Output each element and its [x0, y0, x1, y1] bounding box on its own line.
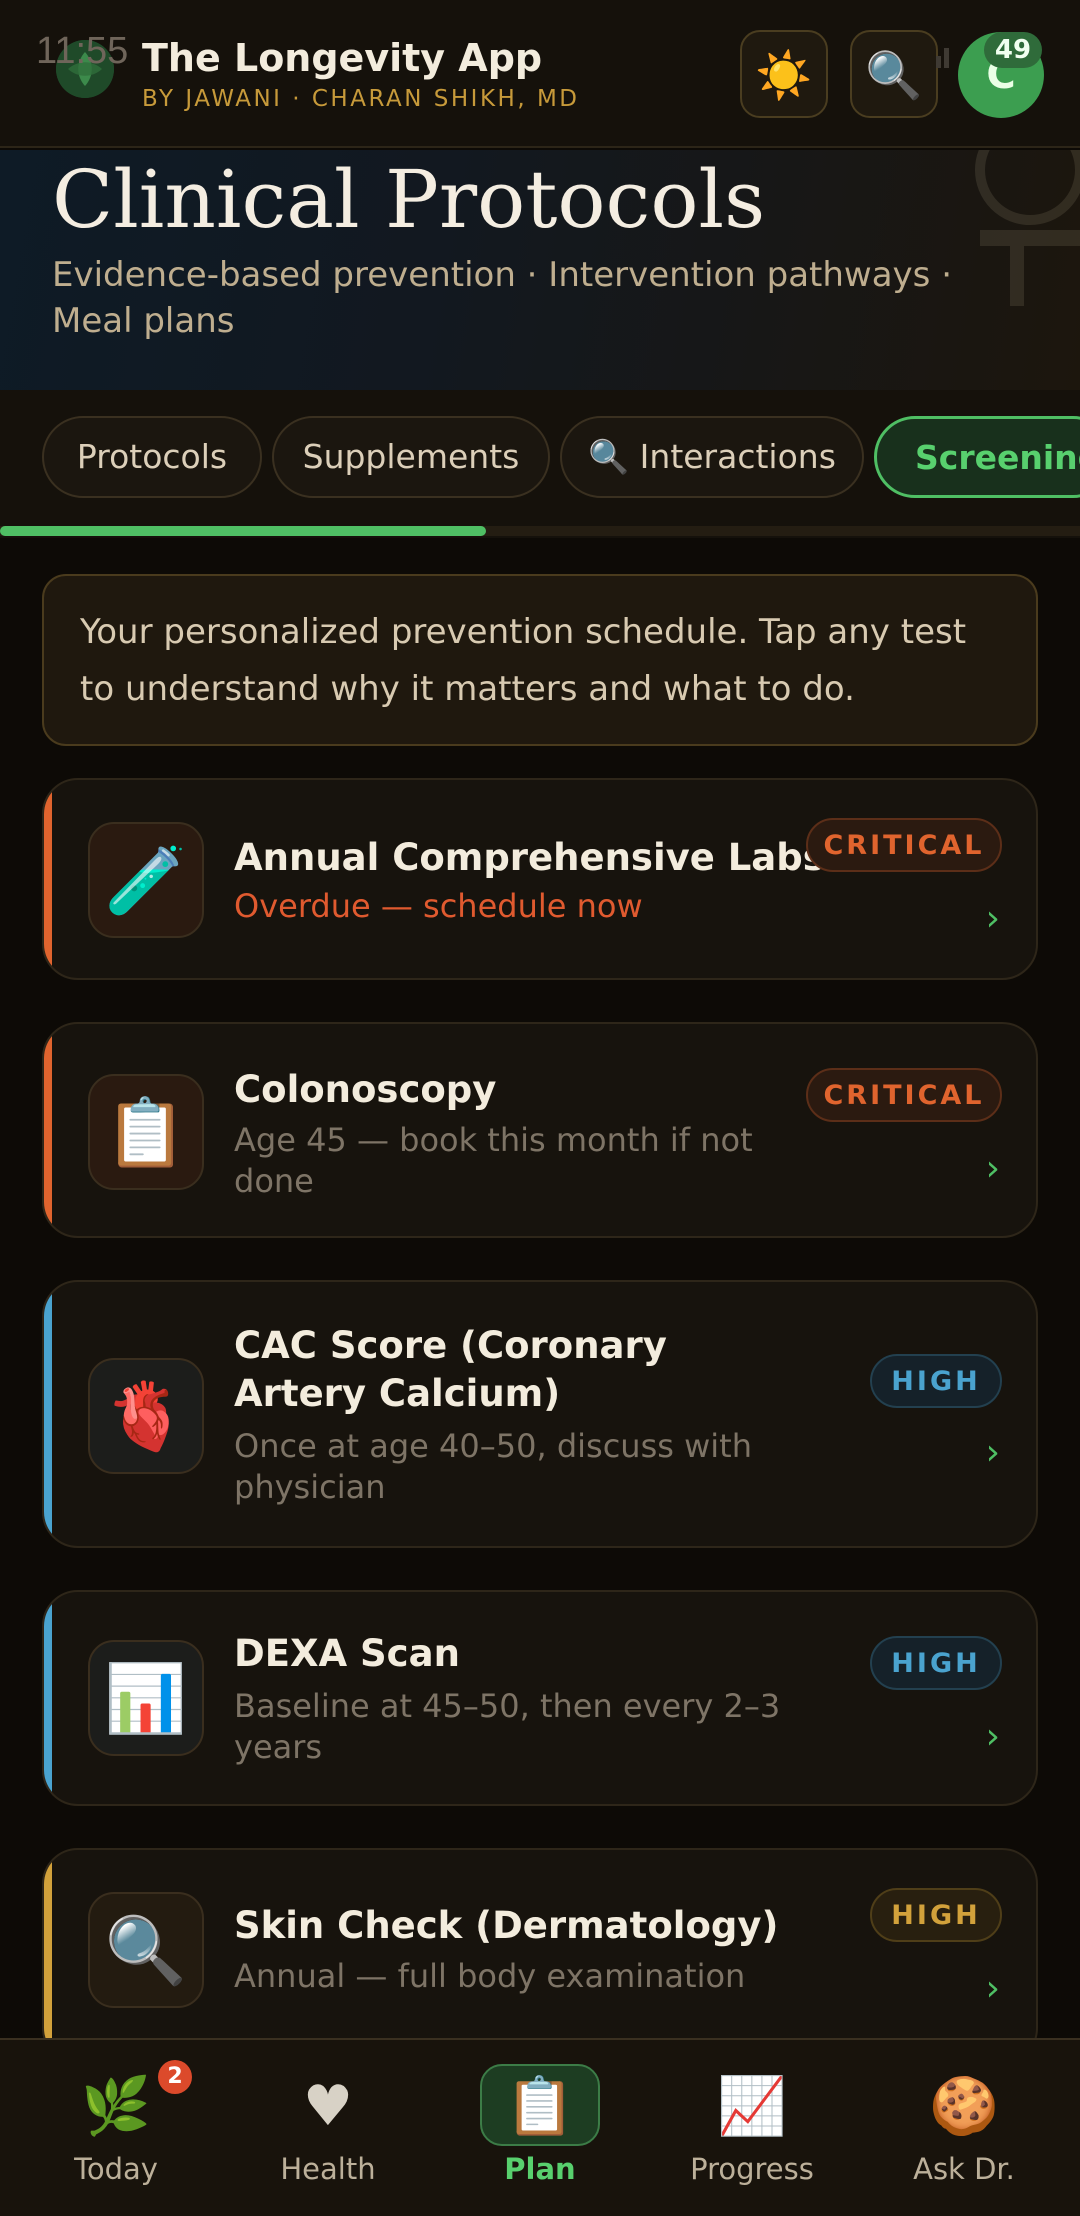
- nav-label: Progress: [690, 2152, 814, 2186]
- card-accent: [44, 780, 52, 978]
- magnifier-icon: 🔍: [88, 1892, 204, 2008]
- card-subtitle: Once at age 40–50, discuss with physicia…: [234, 1427, 752, 1506]
- chevron-right-icon: ›: [985, 898, 1000, 939]
- tab-screening[interactable]: Screening: [874, 416, 1080, 498]
- card-accent: [44, 1850, 52, 2062]
- tab-scroll-indicator: [0, 526, 486, 536]
- nav-item-ask-dr[interactable]: 🍪 Ask Dr.: [864, 2038, 1064, 2216]
- priority-badge: HIGH: [870, 1888, 1002, 1942]
- chevron-right-icon: ›: [985, 1716, 1000, 1757]
- page-subtitle: Evidence-based prevention · Intervention…: [52, 255, 953, 341]
- chevron-right-icon: ›: [985, 1432, 1000, 1473]
- intro-card: Your personalized prevention schedule. T…: [42, 574, 1038, 746]
- nav-item-plan[interactable]: 📋 Plan: [440, 2038, 640, 2216]
- nav-label: Health: [280, 2152, 376, 2186]
- priority-badge: CRITICAL: [806, 818, 1002, 872]
- tab-supplements[interactable]: Supplements: [272, 416, 550, 498]
- status-time: 11:55: [36, 30, 129, 72]
- screening-card-dexa[interactable]: 📊 DEXA Scan Baseline at 45–50, then ever…: [42, 1590, 1038, 1806]
- screening-card-colonoscopy[interactable]: 📋 Colonoscopy Age 45 — book this month i…: [42, 1022, 1038, 1238]
- nav-item-progress[interactable]: 📈 Progress: [652, 2038, 852, 2216]
- heart-icon: 🫀: [88, 1358, 204, 1474]
- card-subtitle: Age 45 — book this month if not done: [234, 1121, 753, 1200]
- nav-label: Ask Dr.: [913, 2152, 1015, 2186]
- card-subtitle: Annual — full body examination: [234, 1957, 746, 1995]
- priority-badge: CRITICAL: [806, 1068, 1002, 1122]
- signal-icon: [936, 48, 949, 68]
- clipboard-icon: 📋: [505, 2074, 575, 2139]
- nav-label: Today: [74, 2152, 158, 2186]
- screening-card-labs[interactable]: 🧪 Annual Comprehensive Labs Overdue — sc…: [42, 778, 1038, 980]
- card-title: CAC Score (Coronary Artery Calcium): [234, 1324, 667, 1415]
- screening-card-skin-check[interactable]: 🔍 Skin Check (Dermatology) Annual — full…: [42, 1848, 1038, 2064]
- app-subtitle: BY JAWANI · CHARAN SHIKH, MD: [142, 86, 580, 112]
- clipboard-icon: 📋: [88, 1074, 204, 1190]
- card-title: DEXA Scan: [234, 1632, 460, 1675]
- page-title: Clinical Protocols: [52, 153, 766, 246]
- tab-interactions[interactable]: 🔍 Interactions: [560, 416, 864, 498]
- nav-item-health[interactable]: ♥ Health: [228, 2038, 428, 2216]
- notification-badge: 2: [158, 2060, 192, 2094]
- priority-badge: HIGH: [870, 1354, 1002, 1408]
- card-title: Colonoscopy: [234, 1068, 497, 1111]
- card-subtitle: Overdue — schedule now: [234, 887, 643, 925]
- card-subtitle: Baseline at 45–50, then every 2–3 years: [234, 1687, 781, 1766]
- card-accent: [44, 1282, 52, 1546]
- bar-chart-icon: 📊: [88, 1640, 204, 1756]
- theme-toggle-button[interactable]: ☀️: [740, 30, 828, 118]
- sun-icon: ☀️: [755, 48, 813, 102]
- nav-label: Plan: [504, 2152, 576, 2186]
- card-title: Skin Check (Dermatology): [234, 1904, 779, 1947]
- test-tube-icon: 🧪: [88, 822, 204, 938]
- app-title: The Longevity App: [142, 36, 543, 80]
- doctor-icon: 🍪: [929, 2074, 999, 2139]
- screening-card-cac-score[interactable]: 🫀 CAC Score (Coronary Artery Calcium) On…: [42, 1280, 1038, 1548]
- card-accent: [44, 1024, 52, 1236]
- chevron-right-icon: ›: [985, 1968, 1000, 2009]
- trend-chart-icon: 📈: [717, 2074, 787, 2139]
- tab-protocols[interactable]: Protocols: [42, 416, 262, 498]
- heart-icon: ♥: [302, 2074, 354, 2139]
- card-title: Annual Comprehensive Labs: [234, 836, 825, 879]
- chevron-right-icon: ›: [985, 1148, 1000, 1189]
- card-accent: [44, 1592, 52, 1804]
- avatar-badge: 49: [984, 32, 1042, 68]
- priority-badge: HIGH: [870, 1636, 1002, 1690]
